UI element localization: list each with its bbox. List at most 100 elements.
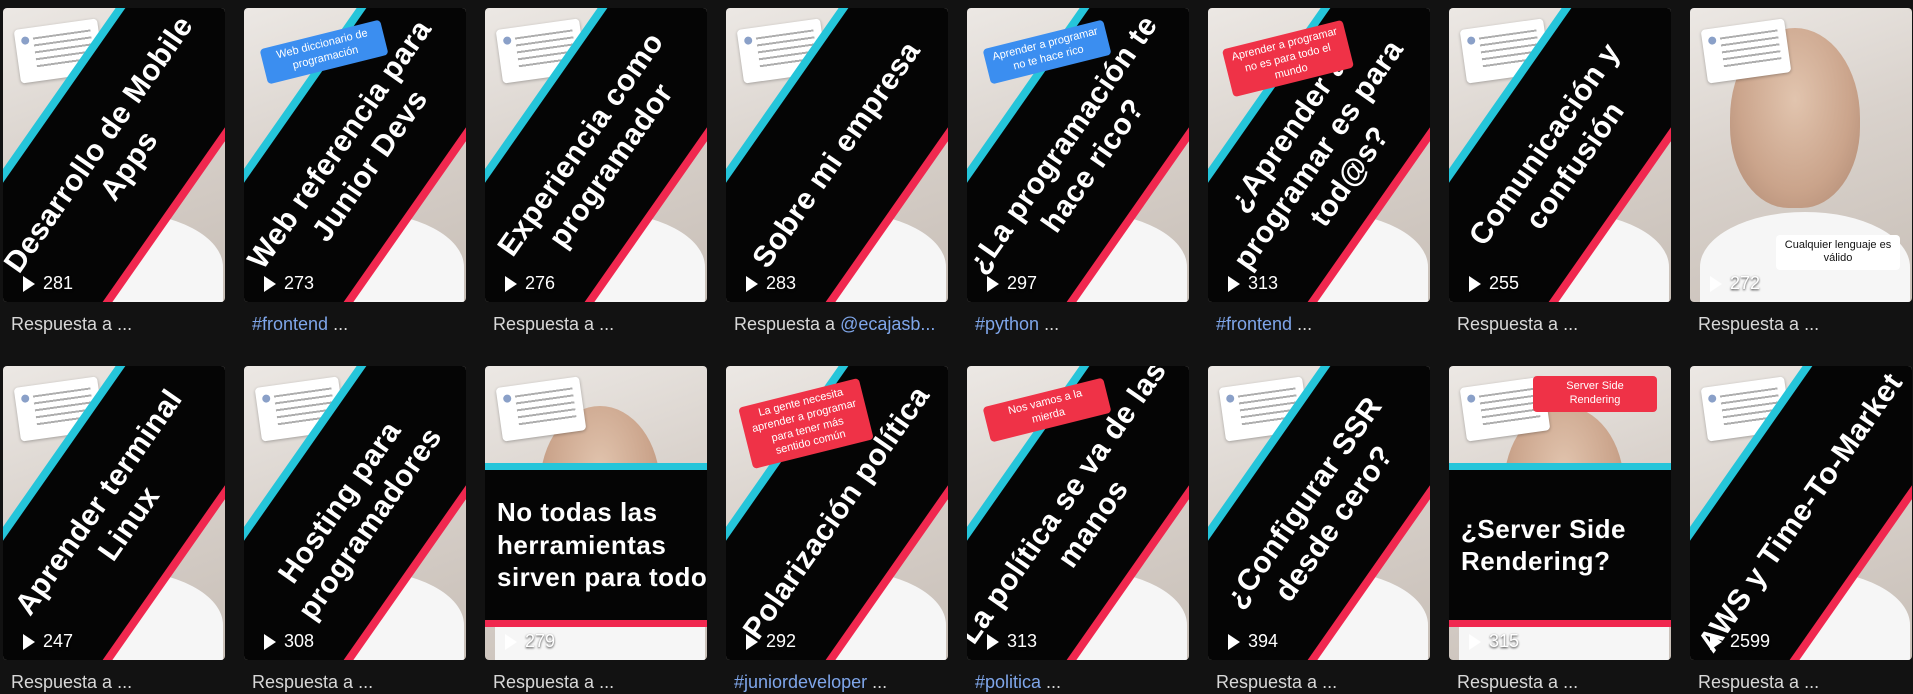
- video-thumbnail[interactable]: AWS y Time-To-Market 2599: [1690, 366, 1912, 660]
- video-thumbnail[interactable]: Desarrollo de Mobile Apps 281: [3, 8, 225, 302]
- video-thumbnail[interactable]: ¿Configurar SSR desde cero? 394: [1208, 366, 1430, 660]
- video-card[interactable]: Desarrollo de Mobile Apps 281 Respuesta a …: [3, 8, 225, 336]
- view-count-number: 279: [525, 631, 556, 651]
- video-thumbnail[interactable]: No todas las herramientas sirven para to…: [485, 366, 707, 660]
- video-caption[interactable]: Respuesta a ...: [1208, 670, 1430, 694]
- view-count-number: 308: [284, 631, 315, 651]
- video-caption[interactable]: Respuesta a ...: [485, 312, 707, 336]
- caption-text: Respuesta a ...: [11, 314, 133, 334]
- video-card[interactable]: Web referencia para Junior Devs Web dicci…: [244, 8, 466, 336]
- video-card[interactable]: Comunicación y confusión 255 Respuesta a .…: [1449, 8, 1671, 336]
- video-grid: Desarrollo de Mobile Apps 281 Respuesta a …: [0, 0, 1913, 692]
- video-caption[interactable]: Respuesta a ...: [1690, 312, 1912, 336]
- view-count-number: 313: [1007, 631, 1038, 651]
- caption-hashtag-link[interactable]: #frontend: [252, 314, 328, 334]
- video-thumbnail[interactable]: Hosting para programadores 308: [244, 366, 466, 660]
- view-count: 297: [987, 273, 1037, 294]
- play-icon: [23, 633, 35, 650]
- video-caption[interactable]: Respuesta a ...: [1690, 670, 1912, 694]
- video-thumbnail[interactable]: Aprender terminal Linux 247: [3, 366, 225, 660]
- video-caption[interactable]: Respuesta a ...: [244, 670, 466, 694]
- video-thumbnail[interactable]: ¿Server Side Rendering? Server Side Rende…: [1449, 366, 1671, 660]
- caption-text: ...: [1039, 314, 1060, 334]
- video-caption[interactable]: #juniordeveloper ...: [726, 670, 948, 694]
- video-card[interactable]: Cualquier lenguaje es válido 272 Respuesta…: [1690, 8, 1912, 336]
- view-count-number: 281: [43, 273, 74, 293]
- view-count: 315: [1469, 631, 1519, 652]
- view-count: 272: [1710, 273, 1760, 294]
- caption-text: Respuesta a ...: [1216, 672, 1338, 692]
- view-count: 394: [1228, 631, 1278, 652]
- video-card[interactable]: Aprender terminal Linux 247 Respuesta a ..…: [3, 366, 225, 694]
- video-thumbnail[interactable]: La política se va de las manos Nos vamos …: [967, 366, 1189, 660]
- caption-hashtag-link[interactable]: #politica: [975, 672, 1041, 692]
- video-card[interactable]: Polarización política La gente necesita a…: [726, 366, 948, 694]
- view-count: 313: [987, 631, 1037, 652]
- video-caption[interactable]: Respuesta a ...: [485, 670, 707, 694]
- video-thumbnail[interactable]: Polarización política La gente necesita a…: [726, 366, 948, 660]
- play-icon: [1469, 275, 1481, 292]
- play-icon: [987, 633, 999, 650]
- video-thumbnail[interactable]: Experiencia como programador 276: [485, 8, 707, 302]
- video-caption[interactable]: #frontend ...: [1208, 312, 1430, 336]
- view-count-number: 273: [284, 273, 315, 293]
- play-icon: [1228, 633, 1240, 650]
- view-count-number: 313: [1248, 273, 1279, 293]
- video-card[interactable]: Sobre mi empresa 283 Respuesta a @ecajasb.…: [726, 8, 948, 336]
- view-count-number: 315: [1489, 631, 1520, 651]
- play-icon: [1469, 633, 1481, 650]
- video-thumbnail[interactable]: Web referencia para Junior Devs Web dicci…: [244, 8, 466, 302]
- view-count: 247: [23, 631, 73, 652]
- text-sticker: Cualquier lenguaje es válido: [1776, 234, 1900, 270]
- video-caption[interactable]: Respuesta a ...: [3, 670, 225, 694]
- caption-text: Respuesta a ...: [1698, 672, 1820, 692]
- caption-text: ...: [1041, 672, 1062, 692]
- view-count: 283: [746, 273, 796, 294]
- caption-hashtag-link[interactable]: #python: [975, 314, 1039, 334]
- caption-text: Respuesta a ...: [1698, 314, 1820, 334]
- video-card[interactable]: No todas las herramientas sirven para to…: [485, 366, 707, 694]
- play-icon: [264, 275, 276, 292]
- video-caption[interactable]: #python ...: [967, 312, 1189, 336]
- view-count-number: 283: [766, 273, 797, 293]
- view-count: 313: [1228, 273, 1278, 294]
- video-caption[interactable]: Respuesta a ...: [3, 312, 225, 336]
- video-card[interactable]: AWS y Time-To-Market 2599 Respuesta a ...: [1690, 366, 1912, 694]
- caption-hashtag-link[interactable]: #juniordeveloper: [734, 672, 867, 692]
- caption-text: Respuesta a ...: [252, 672, 374, 692]
- view-count-number: 255: [1489, 273, 1520, 293]
- view-count-number: 292: [766, 631, 797, 651]
- play-icon: [746, 633, 758, 650]
- play-icon: [1710, 633, 1722, 650]
- video-caption[interactable]: Respuesta a @ecajasb...: [726, 312, 948, 336]
- video-card[interactable]: ¿Server Side Rendering? Server Side Rende…: [1449, 366, 1671, 694]
- caption-mention-link[interactable]: @ecajasb...: [840, 314, 935, 334]
- video-card[interactable]: Hosting para programadores 308 Respuesta a…: [244, 366, 466, 694]
- view-count-number: 297: [1007, 273, 1038, 293]
- video-thumbnail[interactable]: ¿La programación te hace rico? Aprender a…: [967, 8, 1189, 302]
- video-card[interactable]: La política se va de las manos Nos vamos …: [967, 366, 1189, 694]
- video-title: No todas las herramientas sirven para to…: [497, 497, 707, 593]
- caption-text: Respuesta a ...: [1457, 672, 1579, 692]
- video-caption[interactable]: Respuesta a ...: [1449, 670, 1671, 694]
- caption-hashtag-link[interactable]: #frontend: [1216, 314, 1292, 334]
- video-card[interactable]: ¿Aprender a programar es para tod@s? Apre…: [1208, 8, 1430, 336]
- view-count: 279: [505, 631, 555, 652]
- video-thumbnail[interactable]: Sobre mi empresa 283: [726, 8, 948, 302]
- video-card[interactable]: ¿Configurar SSR desde cero? 394 Respuesta …: [1208, 366, 1430, 694]
- view-count-number: 272: [1730, 273, 1761, 293]
- video-caption[interactable]: #frontend ...: [244, 312, 466, 336]
- view-count: 2599: [1710, 631, 1770, 652]
- video-card[interactable]: ¿La programación te hace rico? Aprender a…: [967, 8, 1189, 336]
- video-card[interactable]: Experiencia como programador 276 Respuesta…: [485, 8, 707, 336]
- video-thumbnail[interactable]: Comunicación y confusión 255: [1449, 8, 1671, 302]
- video-thumbnail[interactable]: Cualquier lenguaje es válido 272: [1690, 8, 1912, 302]
- play-icon: [505, 275, 517, 292]
- play-icon: [505, 633, 517, 650]
- play-icon: [1228, 275, 1240, 292]
- video-thumbnail[interactable]: ¿Aprender a programar es para tod@s? Apre…: [1208, 8, 1430, 302]
- view-count: 255: [1469, 273, 1519, 294]
- video-title: ¿Server Side Rendering?: [1461, 513, 1626, 577]
- video-caption[interactable]: #politica ...: [967, 670, 1189, 694]
- video-caption[interactable]: Respuesta a ...: [1449, 312, 1671, 336]
